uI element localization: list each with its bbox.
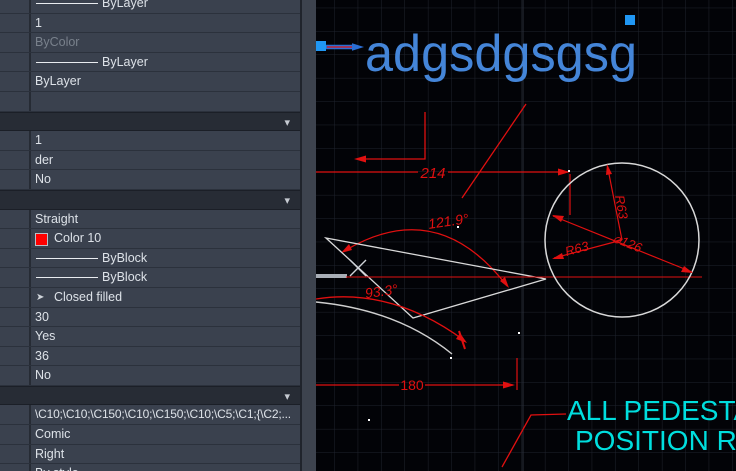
property-value: Right bbox=[35, 446, 65, 461]
properties-panel: ByLayer 1 ByColor ByLayer ByLayer ▾ 1 de… bbox=[0, 0, 300, 471]
category-header[interactable]: ▾ bbox=[0, 385, 300, 407]
property-row[interactable]: 36 bbox=[0, 346, 300, 367]
property-value: 1 bbox=[35, 15, 42, 30]
panel-border[interactable] bbox=[300, 0, 316, 471]
property-value: ByLayer bbox=[102, 0, 148, 10]
property-value: ByLayer bbox=[102, 54, 148, 69]
color-swatch bbox=[35, 232, 48, 246]
property-row[interactable]: ByLayer bbox=[0, 72, 300, 92]
arrowhead-icon: ➤ bbox=[36, 291, 45, 303]
drawing-canvas[interactable]: adgsdgsgsg 214 121.9° 93.3° 180 R63 R63 … bbox=[315, 0, 736, 471]
property-row-mtext-contents[interactable]: \C10;\C10;\C150;\C10;\C150;\C10;\C5;\C1;… bbox=[0, 405, 300, 426]
linetype-preview-icon bbox=[36, 257, 98, 259]
property-value: 30 bbox=[35, 309, 49, 324]
property-row[interactable]: No bbox=[0, 170, 300, 190]
property-row[interactable]: der bbox=[0, 150, 300, 171]
property-row-arrowhead[interactable]: ➤ Closed filled bbox=[0, 287, 300, 308]
property-value: ByLayer bbox=[35, 74, 81, 89]
property-row-justify[interactable]: Right bbox=[0, 444, 300, 465]
property-value: Straight bbox=[35, 211, 79, 226]
lineweight-preview-icon bbox=[36, 3, 98, 4]
property-row-linetype[interactable]: ByLayer bbox=[0, 52, 300, 73]
point-marker bbox=[518, 332, 520, 334]
chevron-down-icon[interactable]: ▾ bbox=[284, 114, 290, 133]
property-value: 1 bbox=[35, 133, 42, 148]
chevron-down-icon[interactable]: ▾ bbox=[284, 192, 290, 211]
property-row[interactable]: 1 bbox=[0, 13, 300, 34]
dim-214-text[interactable]: 214 bbox=[419, 165, 445, 182]
grip-square[interactable] bbox=[625, 15, 635, 25]
property-row-color[interactable]: Color 10 bbox=[0, 229, 300, 249]
property-row[interactable]: By style bbox=[0, 464, 300, 471]
property-row[interactable]: No bbox=[0, 366, 300, 386]
property-value: ByColor bbox=[35, 35, 80, 50]
property-row-linetype[interactable]: ByBlock bbox=[0, 248, 300, 269]
linetype-preview-icon bbox=[36, 61, 98, 63]
property-value: \C10;\C10;\C150;\C10;\C150;\C10;\C5;\C1;… bbox=[35, 407, 291, 422]
chevron-down-icon[interactable]: ▾ bbox=[284, 388, 290, 407]
category-header[interactable]: ▾ bbox=[0, 111, 300, 133]
property-value: No bbox=[35, 172, 51, 187]
grip-square[interactable] bbox=[316, 41, 326, 51]
property-row-text-style[interactable]: Comic bbox=[0, 425, 300, 445]
property-row[interactable]: 30 bbox=[0, 307, 300, 328]
mtext-entity[interactable]: adgsdgsgsg bbox=[365, 25, 637, 83]
property-row[interactable]: ByColor bbox=[0, 33, 300, 53]
note-text-line1[interactable]: ALL PEDESTAL bbox=[567, 395, 736, 426]
category-header[interactable]: ▾ bbox=[0, 189, 300, 211]
property-value: Color 10 bbox=[54, 231, 102, 246]
dim-180-text[interactable]: 180 bbox=[400, 377, 424, 393]
point-marker bbox=[368, 419, 370, 421]
property-value: der bbox=[35, 152, 54, 167]
property-value: Closed filled bbox=[54, 289, 123, 304]
property-value: By style bbox=[35, 464, 79, 471]
property-row[interactable]: Yes bbox=[0, 327, 300, 347]
property-value: No bbox=[35, 368, 51, 383]
cad-application-window: ByLayer 1 ByColor ByLayer ByLayer ▾ 1 de… bbox=[0, 0, 736, 471]
property-row-empty[interactable] bbox=[0, 91, 300, 112]
property-row-lineweight[interactable]: ByLayer bbox=[0, 0, 300, 14]
property-row-linetype[interactable]: ByBlock bbox=[0, 268, 300, 288]
property-value: ByBlock bbox=[102, 250, 148, 265]
linetype-preview-icon bbox=[36, 277, 98, 279]
property-value: Yes bbox=[35, 329, 56, 344]
property-value: ByBlock bbox=[102, 270, 148, 285]
properties-rows: ByLayer 1 ByColor ByLayer ByLayer ▾ 1 de… bbox=[0, 0, 300, 471]
point-marker bbox=[450, 357, 452, 359]
property-value: 36 bbox=[35, 348, 49, 363]
note-text-line2[interactable]: POSITION REL bbox=[575, 425, 736, 456]
point-marker bbox=[457, 226, 459, 228]
property-value: Comic bbox=[35, 427, 71, 442]
property-row[interactable]: Straight bbox=[0, 209, 300, 230]
drawing-svg: adgsdgsgsg 214 121.9° 93.3° 180 R63 R63 … bbox=[315, 0, 736, 471]
property-row[interactable]: 1 bbox=[0, 131, 300, 151]
point-marker bbox=[568, 170, 570, 172]
